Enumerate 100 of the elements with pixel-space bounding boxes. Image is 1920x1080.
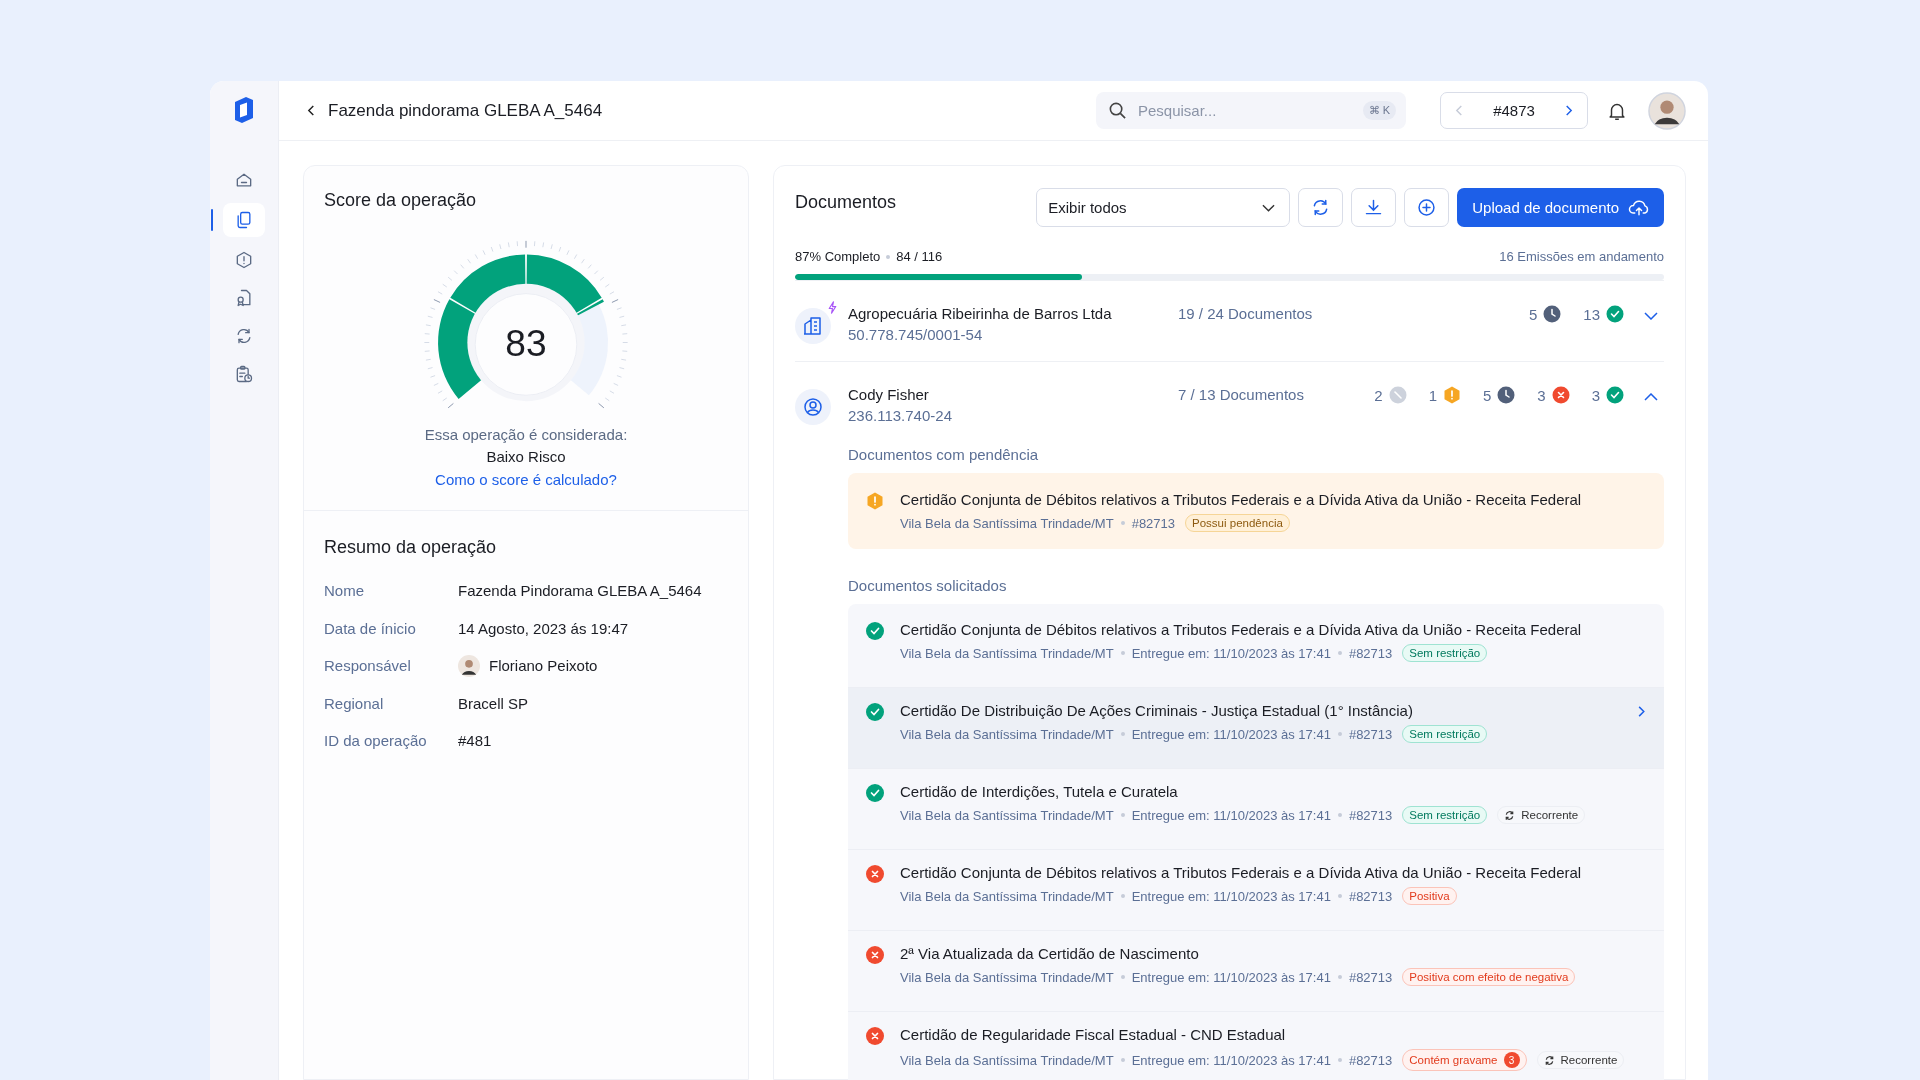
delivery-date: Entregue em: 11/10/2023 às 17:41 [1131,888,1331,904]
status-tag: Positiva [1402,887,1457,905]
delivery-date: Entregue em: 11/10/2023 às 17:41 [1131,726,1331,742]
cross-icon [866,1027,884,1045]
document-row[interactable]: 2ª Via Atualizada da Certidão de Nascimento Vila Bela da Santíssima Trindade/MT Entregue em: 11/10/2023 às 17:41 #82713 Positiva com efeito de negativa [848,931,1664,1012]
download-button[interactable] [1351,188,1397,227]
check-icon [1606,305,1624,323]
entity-name: Agropecuária Ribeirinha de Barros Ltda [848,305,1113,322]
status-tag: Contém gravame 3 [1402,1049,1527,1071]
add-button[interactable] [1404,188,1450,227]
avatar[interactable] [1648,91,1686,130]
document-location: Vila Bela da Santíssima Trindade/MT [900,807,1114,823]
document-location: Vila Bela da Santíssima Trindade/MT [900,888,1114,904]
card-title: Score da operação [324,190,477,211]
document-count: 7 / 13 Documentos [1178,386,1304,403]
clipboard-icon [234,364,254,384]
document-location: Vila Bela da Santíssima Trindade/MT [900,515,1114,531]
risk-rating: Baixo Risco [486,448,566,465]
entity-document-number: 236.113.740-24 [848,407,953,424]
avatar [458,654,480,677]
field-value: Fazenda Pindorama GLEBA A_5464 [458,582,702,600]
caret-icon [1262,203,1276,212]
status-tag: Sem restrição [1402,806,1488,824]
field-value: Bracell SP [458,694,529,712]
document-title: Certidão Conjunta de Débitos relativos a Tributos Federais e a Dívida Ativa da União - Receita Federal [900,491,1582,508]
clock-icon [1497,386,1516,404]
chevron-down-icon [1644,312,1658,320]
field-value: #481 [458,732,492,750]
recurring-tag: Recorrente [1497,806,1586,824]
document-reference: #82713 [1348,726,1393,742]
document-location: Vila Bela da Santíssima Trindade/MT [900,726,1114,742]
entity-document-number: 50.778.745/0001-54 [848,326,984,343]
refresh-button[interactable] [1298,188,1344,227]
slash-icon [1388,386,1407,404]
selection-indicator [211,209,213,231]
document-reference: #82713 [1348,969,1393,985]
search-bar[interactable]: Pesquisar... ⌘ K [1096,92,1406,129]
document-title: Certidão De Distribuição De Ações Criminais - Justiça Estadual (1° Instância) [900,702,1414,719]
completion-text: 87% Completo [795,249,881,264]
score-caption: Essa operação é considerada: [424,426,628,443]
chevron-right-icon [1636,705,1646,718]
delivery-date: Entregue em: 11/10/2023 às 17:41 [1131,969,1331,985]
recurring-tag: Recorrente [1536,1051,1625,1069]
logo-icon [232,96,256,124]
delivery-date: Entregue em: 11/10/2023 às 17:41 [1131,645,1331,661]
status-count: 3 [1537,386,1546,404]
status-count: 3 [1591,386,1600,404]
add-icon [1416,197,1438,218]
field-value: 14 Agosto, 2023 ás 19:47 [458,619,629,637]
check-icon [866,703,884,721]
warning-icon [866,492,884,510]
document-row[interactable]: Certidão Conjunta de Débitos relativos a Tributos Federais e a Dívida Ativa da União - Receita Federal Vila Bela da Santíssima Trindade/MT Entregue em: 11/10/2023 às 17:41 #82713 Positiva [848,850,1664,931]
score-value: 83 [505,322,547,365]
document-title: Certidão Conjunta de Débitos relativos a Tributos Federais e a Dívida Ativa da União - Receita Federal [900,864,1582,881]
delivery-date: Entregue em: 11/10/2023 às 17:41 [1131,1052,1331,1068]
search-icon [1108,101,1127,120]
document-reference: #82713 [1348,645,1393,661]
search-input[interactable]: Pesquisar... [1136,101,1354,120]
delivery-date: Entregue em: 11/10/2023 às 17:41 [1131,807,1331,823]
status-count: 1 [1428,386,1437,404]
clock-icon [1543,305,1562,323]
status-tag: Sem restrição [1402,725,1488,743]
status-count: 5 [1482,386,1492,404]
field-label: ID da operação [324,732,428,750]
pending-document[interactable]: Certidão Conjunta de Débitos relativos a Tributos Federais e a Dívida Ativa da União - Receita Federal Vila Bela da Santíssima Trindade/MT #82713 Possui pendência [848,473,1664,549]
document-row[interactable]: Certidão de Regularidade Fiscal Estadual - CND Estadual Vila Bela da Santíssima Trindade/MT Entregue em: 11/10/2023 às 17:41 #82713 Contém gravame 3 Recorrente [848,1012,1664,1080]
status-tag: Positiva com efeito de negativa [1402,968,1576,986]
score-link[interactable]: Como o score é calculado? [435,471,617,488]
card-title: Documentos [795,192,897,213]
check-icon [866,622,884,640]
entity-name: Cody Fisher [848,386,930,403]
cross-icon [1551,386,1570,404]
document-title: 2ª Via Atualizada da Certidão de Nascimento [900,945,1200,962]
document-row[interactable]: Certidão De Distribuição De Ações Criminais - Justiça Estadual (1° Instância) Vila Bela da Santíssima Trindade/MT Entregue em: 11/10/2023 às 17:41 #82713 Sem restrição [848,688,1664,769]
sidebar-item[interactable] [223,203,265,237]
document-row[interactable]: Certidão de Interdições, Tutela e Curatela Vila Bela da Santíssima Trindade/MT Entregue em: 11/10/2023 às 17:41 #82713 Sem restrição Recorrente [848,769,1664,850]
repeat-icon [1504,809,1516,821]
alert-icon [234,250,254,270]
record-number: #4873 [1493,102,1535,119]
check-icon [866,784,884,802]
document-reference: #82713 [1131,515,1176,531]
chevron-up-icon [1644,393,1658,401]
upload-button[interactable]: Upload de documento [1457,188,1664,227]
document-count: 19 / 24 Documentos [1178,305,1313,322]
filter-dropdown[interactable]: Exibir todos [1036,188,1291,227]
field-label: Nome [324,582,365,600]
repeat-icon [1543,1054,1555,1066]
field-label: Regional [324,694,385,712]
in-progress-text: 16 Emissões em andamento [1499,249,1664,264]
document-location: Vila Bela da Santíssima Trindade/MT [900,969,1114,985]
cloud-upload-icon [1628,198,1650,217]
document-location: Vila Bela da Santíssima Trindade/MT [900,645,1114,661]
status-tag: Sem restrição [1402,644,1488,662]
shortcut-key: ⌘ K [1362,101,1396,120]
completion-count: 84 / 116 [896,249,943,264]
document-reference: #82713 [1348,1052,1393,1068]
cross-icon [866,946,884,964]
status-count: 2 [1374,386,1383,404]
document-location: Vila Bela da Santíssima Trindade/MT [900,1052,1114,1068]
back-icon[interactable] [307,104,316,117]
